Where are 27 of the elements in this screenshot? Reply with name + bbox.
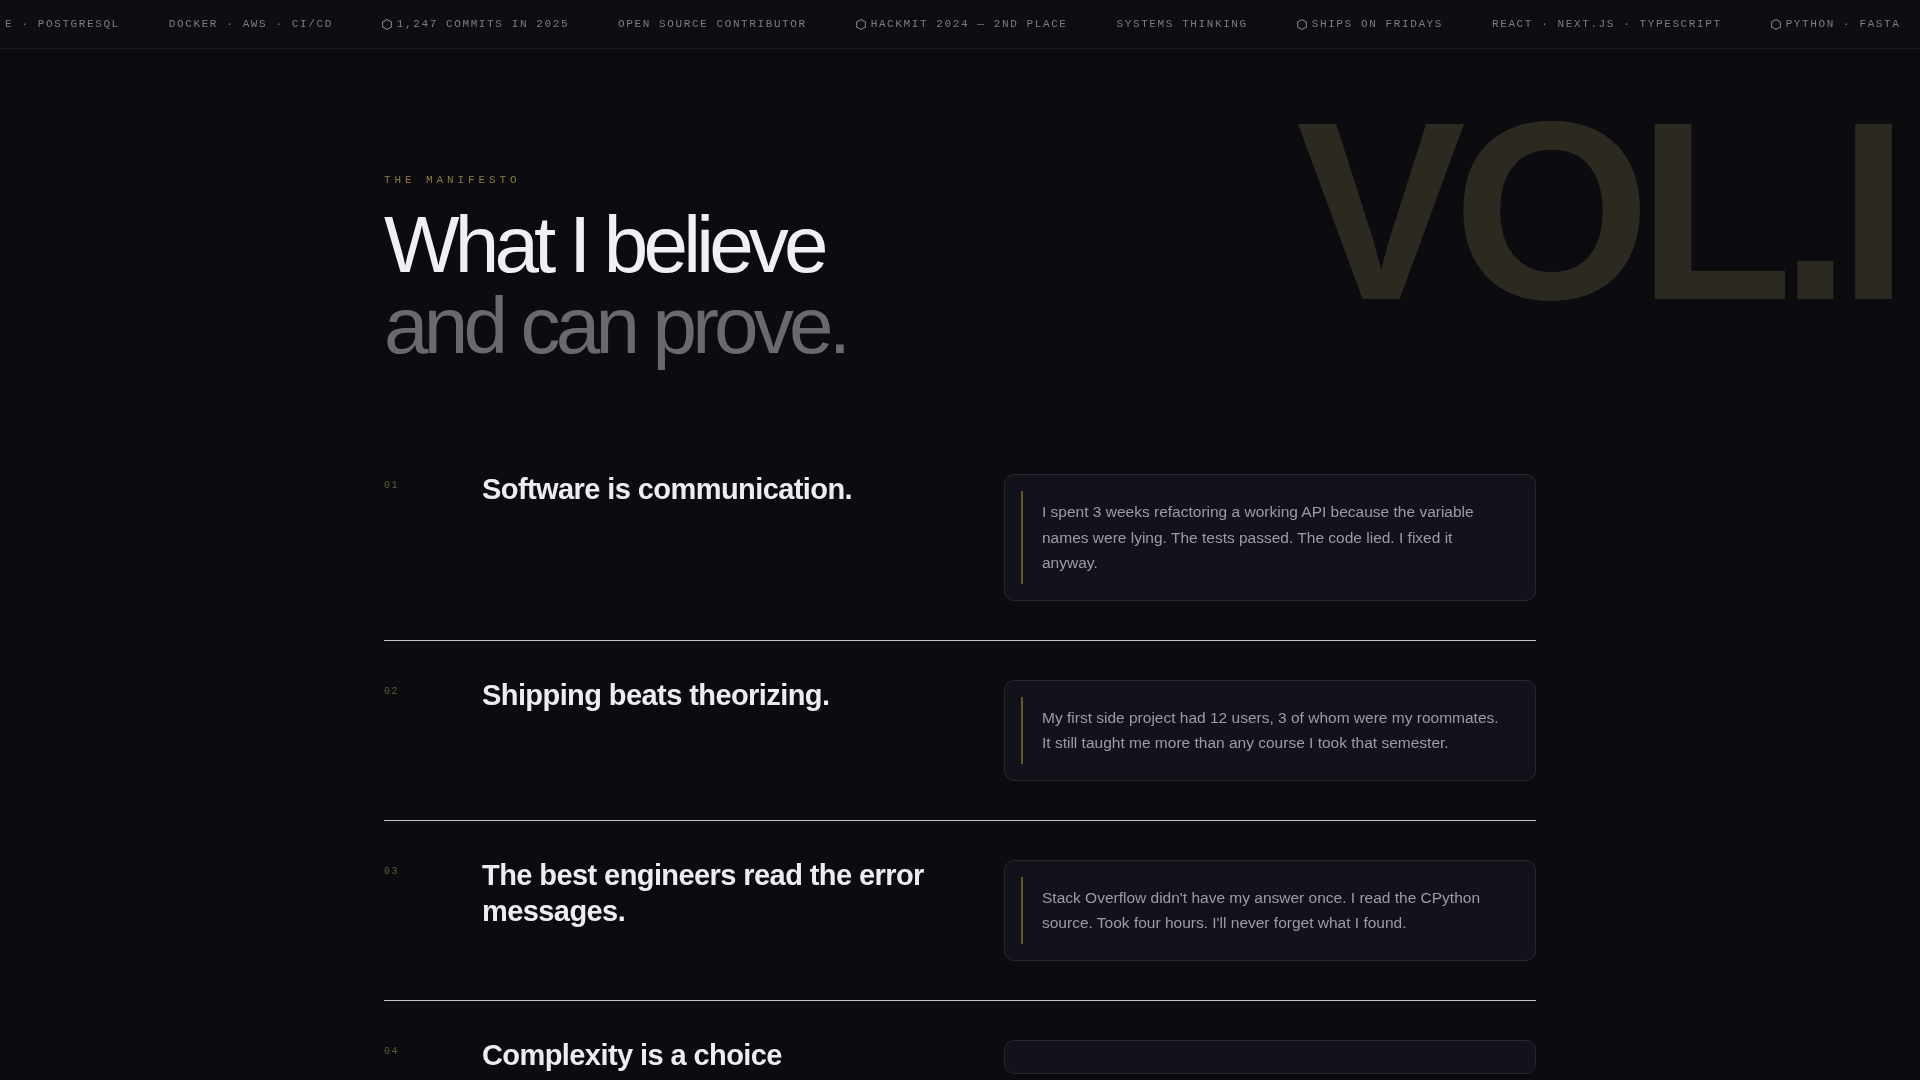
ticker-item: REACT · NEXT.JS · TYPESCRIPT <box>1492 17 1722 32</box>
hexagon-icon <box>381 18 392 30</box>
belief-number: 02 <box>384 684 399 699</box>
headline: What I believe <box>384 204 826 285</box>
hexagon-icon <box>1296 18 1307 30</box>
belief-title: Shipping beats theorizing. <box>482 677 831 713</box>
section-eyebrow: THE MANIFESTO <box>384 173 521 188</box>
quote-text: Stack Overflow didn't have my answer once. I read the CPython source. Took four hours. I'll never forget what I found. <box>1042 887 1482 933</box>
belief-number: 03 <box>384 864 399 879</box>
belief-title: The best engineers read the error messages. <box>482 857 925 929</box>
ticker-item: OPEN SOURCE CONTRIBUTOR <box>618 17 807 32</box>
ticker-item: E · POSTGRESQL <box>5 17 120 32</box>
ticker-item: SHIPS ON FRIDAYS <box>1311 17 1443 32</box>
ticker-item: DOCKER · AWS · CI/CD <box>168 17 333 32</box>
ticker-item: 1,247 COMMITS IN 2025 <box>396 17 570 32</box>
belief-title: Software is communication. <box>482 472 854 507</box>
subheadline: and can prove. <box>384 285 848 372</box>
hexagon-icon <box>855 18 866 30</box>
belief-number: 04 <box>384 1044 399 1059</box>
belief-title: Complexity is a choice <box>482 1037 783 1073</box>
ticker-item: SYSTEMS THINKING <box>1116 17 1248 32</box>
ticker-item: PYTHON · FASTA <box>1785 17 1901 32</box>
hexagon-icon <box>1770 18 1781 30</box>
quote-text: My first side project had 12 users, 3 of whom were my roommates. It still taught me more than any course I took that semester. <box>1042 707 1500 753</box>
quote-text: I spent 3 weeks refactoring a working API because the variable names were lying. The tests passed. The code lied. I fixed it anyway. <box>1042 502 1475 573</box>
belief-number: 01 <box>384 479 399 493</box>
ticker-item: HACKMIT 2024 — 2ND PLACE <box>870 17 1068 32</box>
